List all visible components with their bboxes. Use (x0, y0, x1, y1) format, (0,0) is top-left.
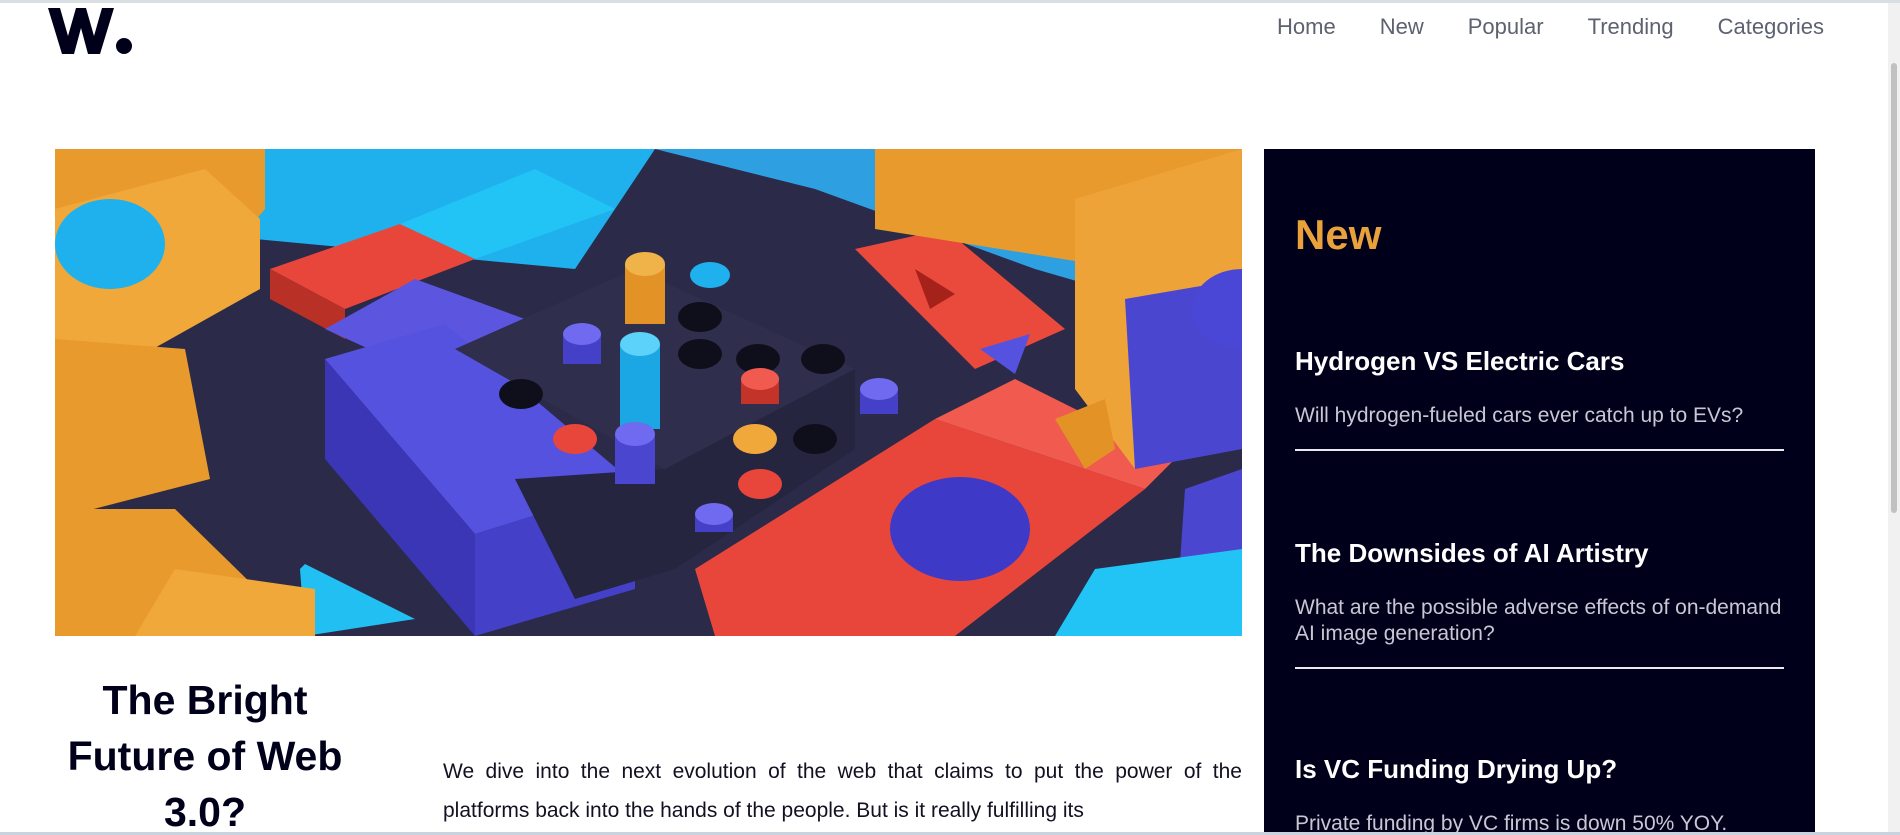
sidebar-item-title[interactable]: Is VC Funding Drying Up? (1295, 753, 1784, 785)
sidebar-divider (1295, 449, 1784, 451)
hero-image (55, 149, 1242, 636)
sidebar-item-title[interactable]: Hydrogen VS Electric Cars (1295, 345, 1784, 377)
sidebar-item-ai-artistry[interactable]: The Downsides of AI Artistry What are th… (1295, 537, 1784, 669)
page-scrollbar[interactable] (1888, 3, 1900, 832)
scrollbar-thumb[interactable] (1891, 63, 1897, 513)
sidebar-item-vc-funding[interactable]: Is VC Funding Drying Up? Private funding… (1295, 753, 1784, 835)
logo-icon (48, 8, 132, 54)
sidebar-title: New (1295, 211, 1382, 258)
top-border (0, 0, 1900, 3)
main-nav: Home New Popular Trending Categories (1277, 14, 1824, 40)
site-logo[interactable] (48, 4, 138, 54)
sidebar-item-hydrogen[interactable]: Hydrogen VS Electric Cars Will hydrogen-… (1295, 345, 1784, 451)
nav-trending[interactable]: Trending (1588, 14, 1674, 40)
nav-popular[interactable]: Popular (1468, 14, 1544, 40)
sidebar-item-summary: What are the possible adverse effects of… (1295, 596, 1782, 645)
article-lead: We dive into the next evolution of the w… (443, 760, 1242, 822)
sidebar-item-title[interactable]: The Downsides of AI Artistry (1295, 537, 1784, 569)
sidebar-item-summary: Will hydrogen-fueled cars ever catch up … (1295, 404, 1744, 427)
sidebar-divider (1295, 667, 1784, 669)
new-sidebar: New Hydrogen VS Electric Cars Will hydro… (1264, 149, 1815, 835)
article-headline: The Bright Future of Web 3.0? (67, 677, 343, 835)
nav-home[interactable]: Home (1277, 14, 1336, 40)
nav-categories[interactable]: Categories (1718, 14, 1824, 40)
nav-new[interactable]: New (1380, 14, 1424, 40)
